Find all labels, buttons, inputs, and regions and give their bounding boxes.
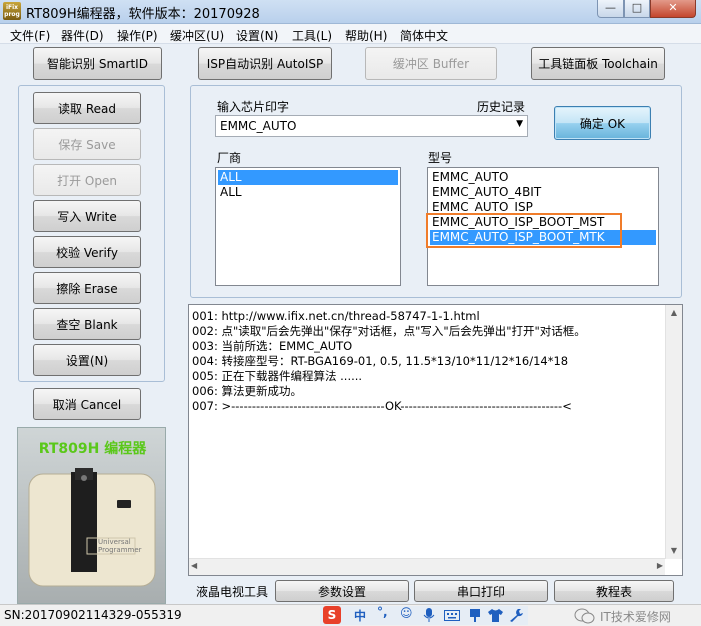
vendor-item[interactable]: ALL [218,170,398,185]
log-line: 007: >----------------------------------… [192,399,572,413]
model-item[interactable]: EMMC_AUTO [430,170,656,185]
ime-toolbar: S 中 °, ☺ [320,605,528,625]
app-logo-icon: iFix prog [3,2,21,20]
verify-button[interactable]: 校验 Verify [33,236,141,268]
log-vertical-scrollbar[interactable]: ▲ ▼ [665,305,682,559]
lcd-tool-label: 液晶电视工具 [196,585,269,599]
write-button[interactable]: 写入 Write [33,200,141,232]
log-output: 001: http://www.ifix.net.cn/thread-58747… [188,304,683,576]
menu-bar: 文件(F) 器件(D) 操作(P) 缓冲区(U) 设置(N) 工具(L) 帮助(… [0,24,701,44]
buffer-button[interactable]: 缓冲区 Buffer [365,47,497,80]
scroll-up-icon[interactable]: ▲ [666,305,682,321]
settings-button[interactable]: 设置(N) [33,344,141,376]
serial-number: SN:20170902114329-055319 [4,608,182,622]
menu-operation[interactable]: 操作(P) [117,27,158,44]
skin-icon[interactable] [468,608,482,623]
save-button[interactable]: 保存 Save [33,128,141,160]
scroll-down-icon[interactable]: ▼ [666,543,682,559]
scroll-right-icon[interactable]: ▶ [657,561,663,570]
sogou-icon[interactable]: S [323,606,341,624]
minimize-button[interactable]: — [597,0,624,18]
emoji-icon[interactable]: ☺ [400,606,413,620]
punctuation-icon[interactable]: °, [377,605,388,619]
keyboard-icon[interactable] [444,610,460,621]
auto-isp-button[interactable]: ISP自动识别 AutoISP [198,47,332,80]
chip-input-value: EMMC_AUTO [220,119,297,133]
read-button[interactable]: 读取 Read [33,92,141,124]
menu-file[interactable]: 文件(F) [10,27,50,44]
log-line: 005: 正在下载器件编程算法 ...... [192,369,363,383]
menu-settings[interactable]: 设置(N) [236,27,278,44]
open-button[interactable]: 打开 Open [33,164,141,196]
tutorial-button[interactable]: 教程表 [554,580,674,602]
watermark: IT技术爱修网 [600,610,671,624]
product-image: RT809H 编程器 Universal Programmer [17,427,166,604]
menu-help[interactable]: 帮助(H) [345,27,387,44]
menu-tools[interactable]: 工具(L) [292,27,332,44]
scroll-left-icon[interactable]: ◀ [191,561,197,570]
log-horizontal-scrollbar[interactable]: ◀ ▶ [189,558,665,575]
log-line: 004: 转接座型号：RT-BGA169-01, 0.5, 11.5*13/10… [192,354,569,368]
blank-check-button[interactable]: 查空 Blank [33,308,141,340]
mic-icon[interactable] [423,608,435,623]
log-line: 001: http://www.ifix.net.cn/thread-58747… [192,309,480,323]
close-button[interactable]: ✕ [650,0,696,18]
log-line: 006: 算法更新成功。 [192,384,302,398]
model-label: 型号 [428,151,453,165]
params-button[interactable]: 参数设置 [275,580,409,602]
chip-input-combo[interactable]: EMMC_AUTO ▼ [215,115,528,137]
menu-buffer[interactable]: 缓冲区(U) [170,27,224,44]
chevron-down-icon[interactable]: ▼ [516,119,523,129]
chinese-mode-icon[interactable]: 中 [354,607,366,624]
shirt-icon[interactable] [488,609,503,622]
highlight-box [426,213,622,248]
maximize-button[interactable]: □ [624,0,650,18]
programmer-device-icon [28,468,156,587]
toolchain-button[interactable]: 工具链面板 Toolchain [531,47,665,80]
model-item[interactable]: EMMC_AUTO_4BIT [430,185,656,200]
menu-language[interactable]: 简体中文 [400,27,448,44]
chip-input-label: 输入芯片印字 [217,100,290,114]
window-title: RT809H编程器，软件版本：20170928 [26,7,260,22]
serial-print-button[interactable]: 串口打印 [414,580,548,602]
log-line: 003: 当前所选：EMMC_AUTO [192,339,353,353]
title-bar: iFix prog RT809H编程器，软件版本：20170928 — □ ✕ [0,0,701,24]
history-label: 历史记录 [477,100,526,114]
cancel-button[interactable]: 取消 Cancel [33,388,141,420]
device-text: Universal Programmer [98,538,142,554]
vendor-list[interactable]: ALL ALL [215,167,401,286]
product-label: RT809H 编程器 [38,441,147,457]
menu-device[interactable]: 器件(D) [61,27,104,44]
ok-button[interactable]: 确定 OK [554,106,651,140]
status-bar: SN:20170902114329-055319 S 中 °, ☺ IT技术爱修… [0,604,701,626]
log-line: 002: 点"读取"后会先弹出"保存"对话框，点"写入"后会先弹出"打开"对话框… [192,324,586,338]
vendor-label: 厂商 [217,151,242,165]
vendor-item[interactable]: ALL [218,185,398,200]
erase-button[interactable]: 擦除 Erase [33,272,141,304]
wechat-icon [574,608,595,624]
wrench-icon[interactable] [509,608,523,622]
smart-id-button[interactable]: 智能识别 SmartID [33,47,162,80]
